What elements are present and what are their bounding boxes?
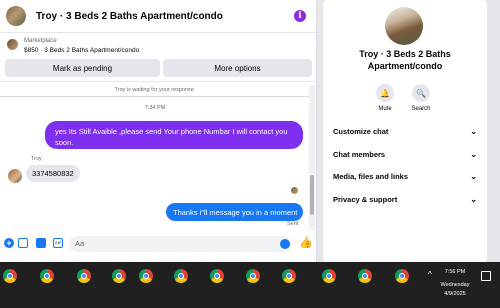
taskbar: ^ 7:56 PM Wednesday 4/9/2025 (0, 262, 500, 308)
section-label: Chat members (333, 150, 386, 159)
mute-button[interactable]: 🔔 Mute (365, 84, 405, 112)
search-label: Search (411, 106, 431, 112)
scrollbar-thumb[interactable] (310, 175, 314, 215)
chevron-down-icon: ⌄ (470, 127, 477, 136)
chrome-icon[interactable] (282, 269, 296, 283)
waiting-notice: Troy is waiting for your response. (114, 87, 196, 93)
search-icon: 🔍 (412, 84, 430, 102)
divider (0, 96, 309, 97)
outgoing-message[interactable]: Thanks i"ll message you in a moment (166, 203, 303, 221)
chevron-down-icon: ⌄ (470, 172, 477, 181)
chrome-icon[interactable] (40, 269, 54, 283)
bell-icon: 🔔 (376, 84, 394, 102)
gif-icon[interactable]: GIF (53, 238, 63, 248)
listing-detail[interactable]: $850 · 3 Beds 2 Baths Apartment/condo (24, 47, 139, 54)
chat-header: Troy · 3 Beds 2 Baths Apartment/condo i (0, 0, 317, 32)
avatar[interactable] (6, 6, 26, 26)
clock-day[interactable]: Wednesday (436, 282, 474, 288)
sender-name: Troy (31, 156, 42, 162)
section-chat-members[interactable]: Chat members ⌄ (333, 150, 479, 162)
listing-source: Marketplace (24, 38, 57, 44)
profile-name: Troy · 3 Beds 2 Baths Apartment/condo (359, 49, 451, 71)
section-customize-chat[interactable]: Customize chat ⌄ (333, 127, 479, 139)
section-privacy-support[interactable]: Privacy & support ⌄ (333, 195, 479, 207)
chevron-down-icon: ⌄ (470, 150, 477, 159)
sent-status: Sent (287, 221, 299, 227)
chrome-icon[interactable] (246, 269, 260, 283)
chrome-icon[interactable] (210, 269, 224, 283)
incoming-message[interactable]: 3374580832 (26, 165, 80, 182)
chrome-icon[interactable] (112, 269, 126, 283)
plus-icon[interactable]: + (4, 238, 14, 248)
marketplace-listing: Marketplace $850 · 3 Beds 2 Baths Apartm… (0, 32, 317, 82)
chat-details-panel: Troy · 3 Beds 2 Baths Apartment/condo 🔔 … (323, 0, 487, 262)
notification-icon[interactable] (481, 271, 491, 281)
search-button[interactable]: 🔍 Search (401, 84, 441, 112)
more-options-button[interactable]: More options (163, 59, 312, 77)
section-label: Privacy & support (333, 195, 398, 204)
chrome-icon[interactable] (395, 269, 409, 283)
chrome-icon[interactable] (3, 269, 17, 283)
thumbs-up-icon[interactable]: 👍 (299, 237, 313, 249)
chrome-icon[interactable] (77, 269, 91, 283)
mute-label: Mute (378, 106, 392, 112)
clock-time[interactable]: 7:56 PM (440, 269, 470, 275)
message-input[interactable]: Aa (69, 236, 291, 252)
clock-date[interactable]: 4/9/2025 (440, 291, 470, 297)
info-icon[interactable]: i (294, 10, 306, 22)
section-label: Customize chat (333, 127, 389, 136)
chrome-icon[interactable] (174, 269, 188, 283)
scrollbar[interactable] (309, 85, 315, 230)
chrome-icon[interactable] (322, 269, 336, 283)
section-media-files-links[interactable]: Media, files and links ⌄ (333, 172, 479, 184)
outgoing-message[interactable]: yes Its Still Avaible ,please send Your … (45, 121, 303, 149)
photo-icon[interactable] (18, 238, 28, 248)
chat-panel: Troy · 3 Beds 2 Baths Apartment/condo i … (0, 0, 317, 262)
sticker-icon[interactable] (36, 238, 46, 248)
message-list: Troy is waiting for your response. 7:34 … (0, 83, 317, 231)
chrome-icon[interactable] (358, 269, 372, 283)
sender-avatar[interactable] (8, 169, 22, 183)
listing-thumbnail[interactable] (7, 39, 18, 50)
section-label: Media, files and links (333, 172, 409, 181)
chevron-down-icon: ⌄ (470, 195, 477, 204)
chat-title[interactable]: Troy · 3 Beds 2 Baths Apartment/condo (36, 11, 223, 22)
chevron-up-icon[interactable]: ^ (428, 270, 432, 279)
emoji-icon[interactable] (280, 239, 290, 249)
message-timestamp: 7:34 PM (144, 105, 166, 111)
mark-as-pending-button[interactable]: Mark as pending (5, 59, 160, 77)
read-receipt-avatar (291, 187, 298, 194)
composer: + GIF Aa 👍 (0, 233, 317, 255)
profile-photo[interactable] (385, 7, 423, 45)
chrome-icon[interactable] (139, 269, 153, 283)
